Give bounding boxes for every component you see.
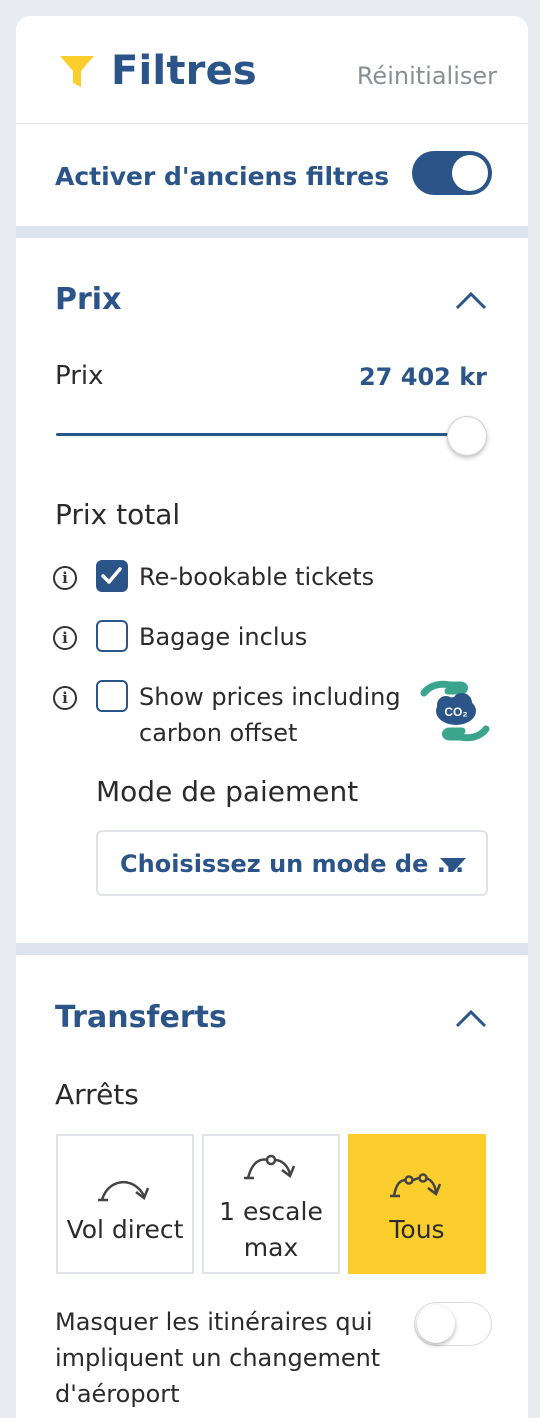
all-stops-icon (390, 1173, 442, 1198)
direct-flight-label: Vol direct (66, 1215, 184, 1244)
toggle-knob (452, 155, 488, 191)
checkmark-icon (101, 567, 122, 584)
price-label: Prix (55, 361, 104, 391)
section-divider (16, 943, 528, 955)
section-divider (16, 226, 528, 238)
carbon-offset-label: Show prices including carbon offset (139, 683, 401, 747)
baggage-checkbox[interactable] (96, 620, 128, 652)
chevron-up-icon[interactable] (453, 288, 489, 312)
old-filters-label: Activer d'anciens filtres (55, 162, 390, 191)
one-stop-icon (244, 1154, 296, 1180)
baggage-label: Bagage inclus (139, 623, 308, 651)
rebookable-label: Re-bookable tickets (139, 563, 375, 591)
price-slider-handle[interactable] (447, 416, 487, 456)
price-value: 27 402 kr (358, 363, 487, 391)
transfers-section-title: Transferts (55, 1000, 227, 1035)
info-icon[interactable]: i (53, 686, 77, 710)
reset-button[interactable]: Réinitialiser (357, 62, 497, 90)
direct-flight-icon (98, 1180, 150, 1202)
all-stops-label: Tous (389, 1215, 445, 1244)
price-section-title: Prix (55, 282, 122, 317)
payment-method-select[interactable]: Choisissez un mode de ... (96, 830, 488, 896)
chevron-up-icon[interactable] (453, 1006, 489, 1030)
price-slider-track[interactable] (56, 433, 470, 436)
caret-down-icon (440, 858, 466, 872)
rebookable-checkbox[interactable] (96, 560, 128, 592)
direct-flight-option[interactable]: Vol direct (56, 1134, 194, 1274)
stops-label: Arrêts (55, 1078, 139, 1111)
total-price-label: Prix total (55, 498, 181, 531)
filters-panel: Filtres Réinitialiser Activer d'anciens … (16, 16, 528, 1418)
payment-method-label: Mode de paiement (96, 775, 359, 808)
hide-airport-change-label: Masquer les itinéraires qui impliquent u… (55, 1308, 381, 1408)
carbon-offset-checkbox[interactable] (96, 680, 128, 712)
toggle-knob (417, 1305, 455, 1343)
co2-hands-icon: CO₂ (420, 680, 490, 742)
funnel-icon (60, 56, 94, 87)
all-stops-option[interactable]: Tous (348, 1134, 486, 1274)
one-stop-label: 1 escale max (219, 1197, 323, 1262)
one-stop-option[interactable]: 1 escale max (202, 1134, 340, 1274)
old-filters-toggle[interactable] (412, 151, 492, 195)
old-filters-row: Activer d'anciens filtres (16, 124, 528, 226)
hide-airport-change-toggle[interactable] (414, 1302, 492, 1346)
page-title: Filtres (111, 48, 257, 94)
filters-header: Filtres Réinitialiser (16, 16, 528, 124)
info-icon[interactable]: i (53, 566, 77, 590)
svg-text:CO₂: CO₂ (444, 705, 467, 719)
info-icon[interactable]: i (53, 626, 77, 650)
payment-method-value: Choisissez un mode de ... (120, 850, 465, 878)
